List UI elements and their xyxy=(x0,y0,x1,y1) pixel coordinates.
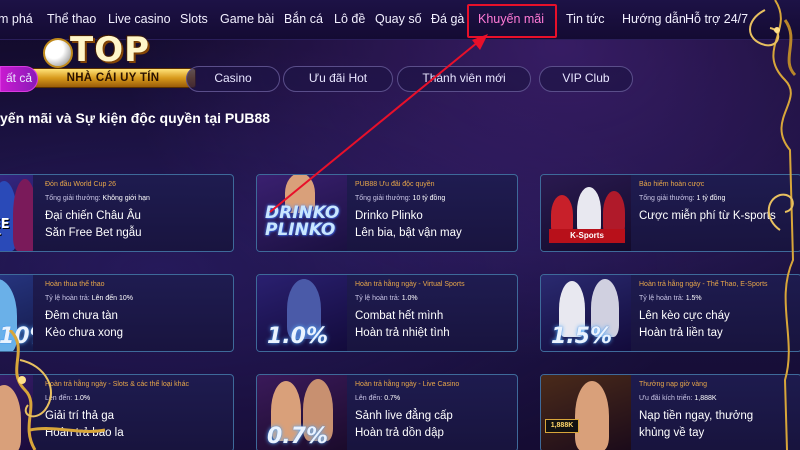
promo-tag: Hoàn trả hằng ngày - Virtual Sports xyxy=(355,281,465,288)
promo-thumbnail: 1.0% xyxy=(257,275,347,351)
promo-title-line2: Hoàn trả nhiệt tình xyxy=(355,327,450,339)
promo-title-line2: Săn Free Bet ngẫu xyxy=(45,227,142,239)
promo-title-line2: Hoàn trả liền tay xyxy=(639,327,723,339)
promo-tag: Hoàn trả hằng ngày - Live Casino xyxy=(355,381,460,388)
promo-meta: Lên đến: 0.7% xyxy=(355,395,401,402)
promo-tag: Đón đầu World Cup 26 xyxy=(45,181,117,188)
promo-meta: Tổng giải thưởng: Không giới hạn xyxy=(45,195,150,202)
promo-tag: PUB88 Ưu đãi độc quyền xyxy=(355,181,435,188)
nav-item-slots[interactable]: Slots xyxy=(180,12,208,26)
filter-all[interactable]: ất cả xyxy=(0,66,38,92)
promo-meta: Tỷ lệ hoàn trả: 1.0% xyxy=(355,295,418,302)
promo-tag: Hoàn thua thể thao xyxy=(45,281,105,288)
nav-item-fishing[interactable]: Bắn cá xyxy=(284,12,323,26)
filter-new-members[interactable]: Thành viên mới xyxy=(397,66,531,92)
nav-item-number-draw[interactable]: Quay số xyxy=(375,12,422,26)
nav-item-card-games[interactable]: Game bài xyxy=(220,12,274,26)
filter-vip-club[interactable]: VIP Club xyxy=(539,66,633,92)
bonus-amount-badge: 1,888K xyxy=(545,419,579,433)
ksports-badge: K-Sports xyxy=(549,229,625,243)
nav-item-sports[interactable]: Thể thao xyxy=(47,12,96,26)
promo-title-line2: Hoàn trả dồn dập xyxy=(355,427,444,439)
promo-tag: Thưởng nạp giờ vàng xyxy=(639,381,707,388)
nav-item-guide[interactable]: Hướng dẫn xyxy=(622,12,686,26)
free-bet-thumb-text: FREE BET xyxy=(0,217,10,247)
gold-ornament-left xyxy=(8,330,106,450)
drinko-plinko-thumb-text: DRINKO PLINKO xyxy=(265,203,340,240)
promo-thumbnail: K-Sports xyxy=(541,175,631,251)
promo-title-line1: Combat hết mình xyxy=(355,310,444,322)
promo-card-virtual-sports[interactable]: 1.0% Hoàn trả hằng ngày - Virtual Sports… xyxy=(256,274,518,352)
promo-thumbnail: 0.7% xyxy=(257,375,347,450)
top-nha-cai-logo: TOP NHÀ CÁI UY TÍN xyxy=(28,30,198,94)
promo-meta: Ưu đãi kích triển: 1,888K xyxy=(639,395,717,402)
filter-casino[interactable]: Casino xyxy=(186,66,280,92)
promo-title-line1: Đêm chưa tàn xyxy=(45,310,118,322)
promo-card-drinko-plinko[interactable]: DRINKO PLINKO PUB88 Ưu đãi độc quyền Tổn… xyxy=(256,174,518,252)
promo-thumbnail: DRINKO PLINKO xyxy=(257,175,347,251)
nav-item-cockfight[interactable]: Đá gà xyxy=(431,12,464,26)
promo-title-line1: Lên kèo cực cháy xyxy=(639,310,730,322)
logo-top-text: TOP xyxy=(70,30,151,70)
promo-tag: Bảo hiểm hoàn cược xyxy=(639,181,705,188)
cashback-percent-text: 1.0% xyxy=(267,324,329,349)
logo-ribbon: NHÀ CÁI UY TÍN xyxy=(30,68,196,88)
promo-card-live-casino[interactable]: 0.7% Hoàn trả hằng ngày - Live Casino Lê… xyxy=(256,374,518,450)
promo-meta: Tỷ lệ hoàn trả: Lên đến 10% xyxy=(45,295,133,302)
nav-item-explore[interactable]: m phá xyxy=(0,12,33,26)
nav-item-news[interactable]: Tin tức xyxy=(566,12,604,26)
promo-thumbnail: FREE BET xyxy=(0,175,33,251)
promo-title-line2: Lên bia, bật vận may xyxy=(355,227,462,239)
cashback-percent-text: 1.5% xyxy=(551,324,613,349)
promo-title-line1: Đại chiến Châu Âu xyxy=(45,210,141,222)
promo-title-line2: khủng về tay xyxy=(639,427,705,439)
nav-item-live-casino[interactable]: Live casino xyxy=(108,12,171,26)
promo-meta: Tỷ lệ hoàn trả: 1.5% xyxy=(639,295,702,302)
section-title: yến mãi và Sự kiện độc quyền tại PUB88 xyxy=(0,110,271,126)
nav-item-lottery[interactable]: Lô đề xyxy=(334,12,365,26)
promo-title-line1: Drinko Plinko xyxy=(355,210,423,222)
cashback-percent-text: 0.7% xyxy=(267,424,329,449)
gold-ornament-right xyxy=(749,0,797,450)
soccer-ball-icon xyxy=(43,38,73,68)
promotions-highlight-box xyxy=(467,4,557,38)
promo-card-euro[interactable]: FREE BET Đón đầu World Cup 26 Tổng giải … xyxy=(0,174,234,252)
filter-hot-deals[interactable]: Ưu đãi Hot xyxy=(283,66,393,92)
promo-meta: Tổng giải thưởng: 1 tỷ đồng xyxy=(639,195,726,202)
promo-title-line1: Sảnh live đẳng cấp xyxy=(355,410,453,422)
promo-thumbnail: 1.5% xyxy=(541,275,631,351)
promo-meta: Tổng giải thưởng: 10 tỷ đồng xyxy=(355,195,446,202)
promo-thumbnail: 1,888K xyxy=(541,375,631,450)
